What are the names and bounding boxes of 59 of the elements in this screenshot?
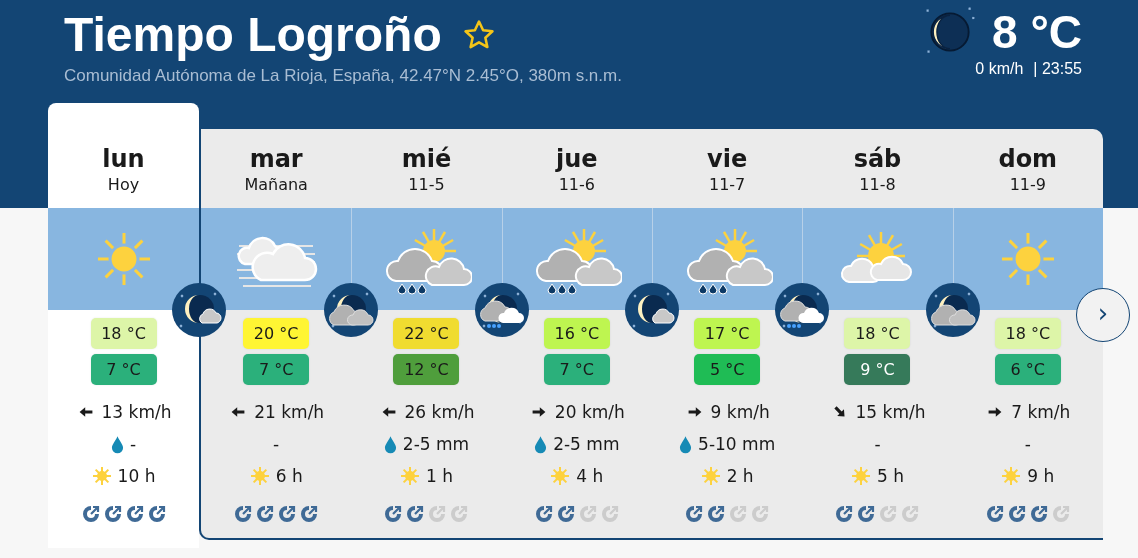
- day-tab[interactable]: vie 11-7: [652, 129, 803, 208]
- sun-icon: [550, 466, 571, 486]
- precipitation: -: [1024, 434, 1031, 454]
- current-wind: 0 km/h: [975, 60, 1024, 78]
- sun-icon: [249, 466, 270, 486]
- wind-speed: 15 km/h: [855, 402, 926, 422]
- day-tab[interactable]: sáb 11-8: [802, 129, 953, 208]
- sun-hours: 4 h: [576, 466, 604, 486]
- wind-speed: 20 km/h: [554, 402, 625, 422]
- day-tab[interactable]: jue 11-6: [501, 129, 652, 208]
- min-temperature: 5 °C: [694, 354, 761, 385]
- rain-drop-icon: [383, 434, 397, 454]
- min-temperature: 7 °C: [90, 354, 157, 385]
- sun-hours: 5 h: [876, 466, 904, 486]
- max-temperature: 18 °C: [994, 318, 1061, 349]
- rain-drop-icon: [679, 434, 693, 454]
- max-temperature: 17 °C: [694, 318, 761, 349]
- max-temperature: 16 °C: [543, 318, 610, 349]
- sun-icon: [850, 466, 871, 486]
- max-temperature: 18 °C: [90, 318, 157, 349]
- current-temperature: 8 °C: [992, 5, 1082, 59]
- day-tab[interactable]: mar Mañana: [201, 129, 352, 208]
- rain-drop-icon: [110, 434, 124, 454]
- sun-hours: 2 h: [726, 466, 754, 486]
- city-title: Tiempo Logroño: [64, 7, 442, 63]
- wind-speed: 13 km/h: [101, 402, 172, 422]
- sun-hours: 6 h: [275, 466, 303, 486]
- min-temperature: 7 °C: [243, 354, 310, 385]
- precipitation: -: [129, 434, 137, 454]
- min-temperature: 9 °C: [844, 354, 911, 385]
- sun-hours: 9 h: [1027, 466, 1055, 486]
- sun-icon: [1001, 466, 1022, 486]
- location-subtitle: Comunidad Autónoma de La Rioja, España, 42.47°N 2.45°O, 380m s.n.m.: [64, 66, 622, 86]
- sun-icon: [400, 466, 420, 486]
- sun-icon: [91, 466, 112, 486]
- precipitation: 2-5 mm: [402, 434, 470, 454]
- sun-hours: 1 h: [426, 466, 453, 486]
- min-temperature: 12 °C: [393, 354, 460, 385]
- wind-speed: 26 km/h: [404, 402, 475, 422]
- max-temperature: 18 °C: [844, 318, 911, 349]
- max-temperature: 22 °C: [393, 318, 460, 349]
- wind-speed: 7 km/h: [1011, 402, 1071, 422]
- next-button[interactable]: ›: [1076, 288, 1130, 342]
- precipitation: -: [273, 434, 280, 454]
- precipitation: 5-10 mm: [698, 434, 776, 454]
- current-time: | 23:55: [1033, 60, 1082, 78]
- day-tab[interactable]: mié 11-5: [351, 129, 502, 208]
- rain-drop-icon: [534, 434, 548, 454]
- day-tab[interactable]: dom 11-9: [952, 129, 1103, 208]
- wind-speed: 21 km/h: [254, 402, 325, 422]
- precipitation: -: [874, 434, 881, 454]
- precipitation: 2-5 mm: [553, 434, 620, 454]
- wind-speed: 9 km/h: [710, 402, 770, 422]
- min-temperature: 7 °C: [543, 354, 610, 385]
- day-tab[interactable]: lun Hoy: [48, 103, 199, 208]
- max-temperature: 20 °C: [243, 318, 310, 349]
- sun-hours: 10 h: [117, 466, 156, 486]
- sun-icon: [700, 466, 721, 486]
- min-temperature: 6 °C: [994, 354, 1061, 385]
